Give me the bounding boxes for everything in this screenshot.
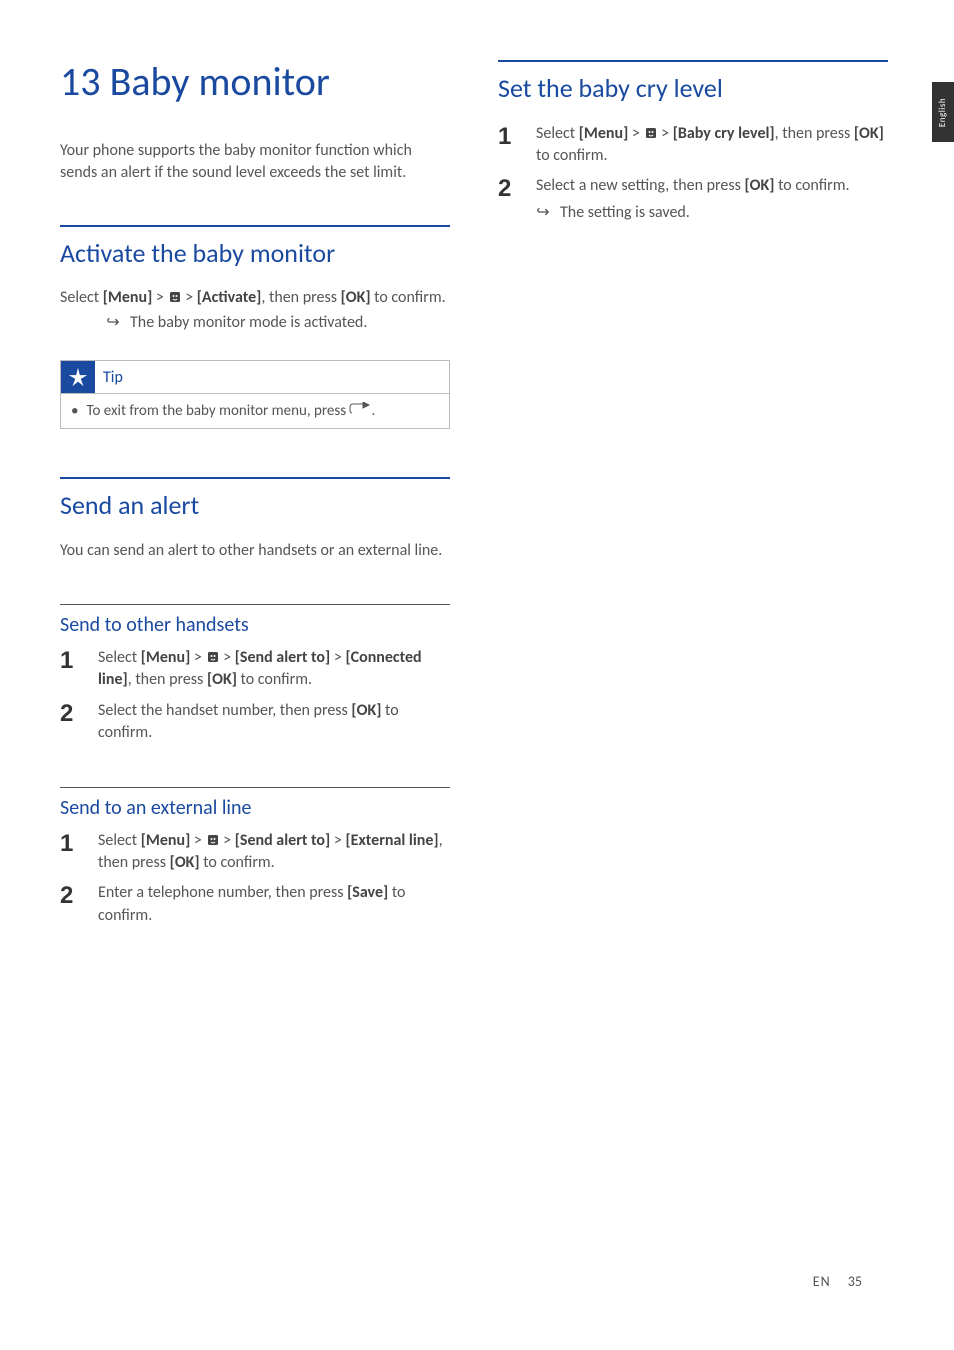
activate-result: The baby monitor mode is activated.: [60, 312, 450, 334]
language-tab: English: [932, 82, 954, 142]
list-item: 1 Select [Menu] > > [Send alert to] > [E…: [60, 830, 450, 875]
section-rule: [498, 60, 888, 62]
cry-result: The setting is saved.: [536, 202, 888, 224]
chapter-title: 13 Baby monitor: [60, 60, 450, 104]
list-item: 1 Select [Menu] > > [Send alert to] > [C…: [60, 647, 450, 692]
intro-text: Your phone supports the baby monitor fun…: [60, 140, 450, 185]
footer-lang: EN: [813, 1273, 831, 1290]
heading-send-handsets: Send to other handsets: [60, 613, 450, 637]
baby-monitor-icon: [168, 290, 182, 304]
steps-send-external: 1 Select [Menu] > > [Send alert to] > [E…: [60, 830, 450, 928]
footer-page-number: 35: [848, 1273, 862, 1290]
tip-box: Tip To exit from the baby monitor menu, …: [60, 360, 450, 429]
back-key-icon: [349, 402, 371, 416]
page-footer: EN 35: [813, 1273, 862, 1290]
subsection-rule: [60, 787, 450, 788]
heading-send-alert: Send an alert: [60, 489, 450, 522]
list-item: 1 Select [Menu] > > [Baby cry level], th…: [498, 123, 888, 168]
tip-icon: [61, 361, 95, 393]
result-arrow-icon: [106, 312, 120, 334]
heading-activate: Activate the baby monitor: [60, 237, 450, 270]
steps-set-cry: 1 Select [Menu] > > [Baby cry level], th…: [498, 123, 888, 225]
heading-set-cry: Set the baby cry level: [498, 72, 888, 105]
baby-monitor-icon: [644, 126, 658, 140]
heading-send-external: Send to an external line: [60, 796, 450, 820]
subsection-rule: [60, 604, 450, 605]
send-alert-intro: You can send an alert to other handsets …: [60, 540, 450, 562]
bullet-icon: [71, 402, 78, 420]
result-arrow-icon: [536, 202, 550, 224]
list-item: 2 Select the handset number, then press …: [60, 700, 450, 745]
section-rule: [60, 225, 450, 227]
steps-send-handsets: 1 Select [Menu] > > [Send alert to] > [C…: [60, 647, 450, 745]
list-item: 2 Select a new setting, then press [OK] …: [498, 175, 888, 224]
baby-monitor-icon: [206, 650, 220, 664]
baby-monitor-icon: [206, 833, 220, 847]
list-item: 2 Enter a telephone number, then press […: [60, 882, 450, 927]
activate-instruction: Select [Menu] > > [Activate], then press…: [60, 287, 450, 309]
tip-label: Tip: [103, 368, 123, 387]
tip-text: To exit from the baby monitor menu, pres…: [86, 402, 375, 420]
language-tab-label: English: [938, 97, 949, 126]
section-rule: [60, 477, 450, 479]
